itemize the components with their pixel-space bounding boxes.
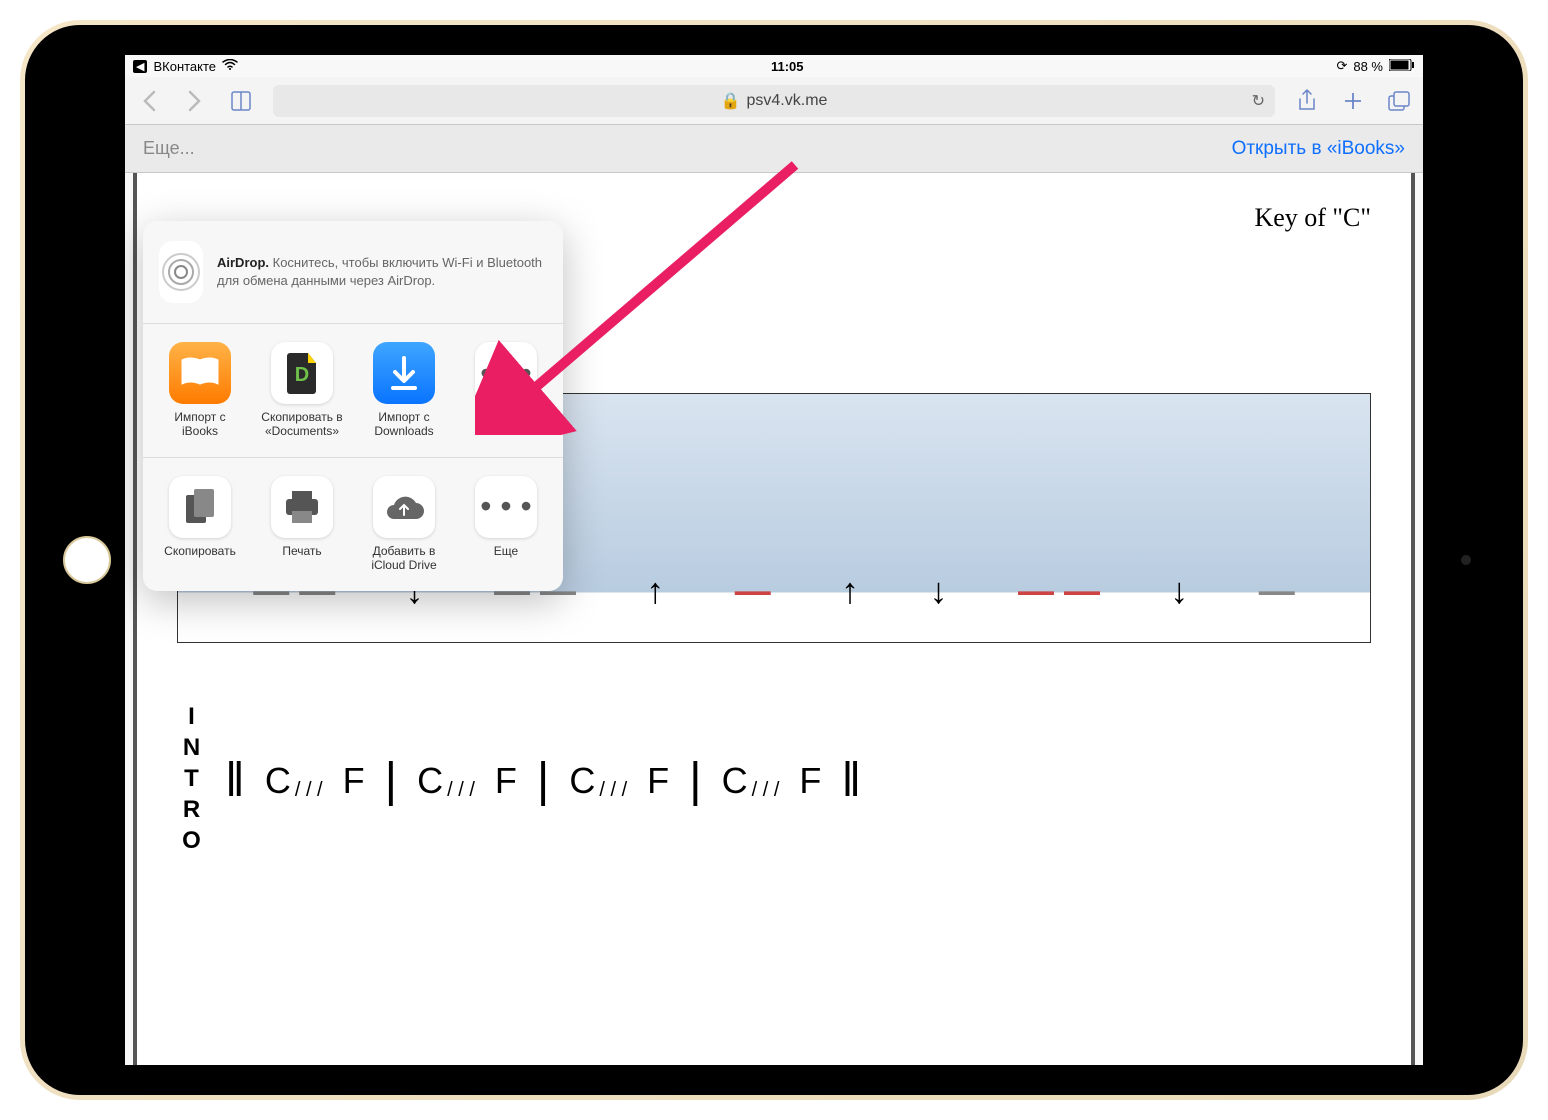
front-camera <box>1461 555 1471 565</box>
chord: C <box>417 760 443 802</box>
battery-percentage: 88 % <box>1353 59 1383 74</box>
chord: C <box>265 760 291 802</box>
url-bar[interactable]: 🔒 psv4.vk.me ↻ <box>273 85 1275 117</box>
home-button[interactable] <box>63 536 111 584</box>
share-app-documents[interactable]: D Скопировать в «Documents» <box>261 342 343 439</box>
airdrop-text: AirDrop. Коснитесь, чтобы включить Wi-Fi… <box>217 254 547 290</box>
action-row: Скопировать Печать Добавить в iCloud Dri… <box>143 458 563 591</box>
print-icon <box>271 476 333 538</box>
share-app-more[interactable]: • • • Еще <box>465 342 547 439</box>
share-button[interactable] <box>1293 87 1321 115</box>
more-icon: • • • <box>475 342 537 404</box>
chord: C <box>722 760 748 802</box>
action-print[interactable]: Печать <box>261 476 343 573</box>
tabs-button[interactable] <box>1385 87 1413 115</box>
status-bar: ◀ ВКонтакте 11:05 ⟳ 88 % <box>125 55 1423 77</box>
intro-row: INTRO ‖ C / / / F | C / / / F | C / / / … <box>177 703 1371 858</box>
open-in-ibooks-button[interactable]: Открыть в «iBooks» <box>1232 138 1405 160</box>
wifi-icon <box>222 59 238 74</box>
app-label: Скопировать в «Documents» <box>261 410 343 439</box>
arrow-up-icon: ↑ <box>646 570 664 612</box>
back-to-app-icon[interactable]: ◀ <box>133 60 147 73</box>
chord: F <box>495 760 517 802</box>
share-app-downloads[interactable]: Импорт с Downloads <box>363 342 445 439</box>
chord: F <box>799 760 821 802</box>
chord: F <box>647 760 669 802</box>
clock: 11:05 <box>771 59 804 74</box>
bookmarks-button[interactable] <box>227 87 255 115</box>
action-more[interactable]: • • • Еще <box>465 476 547 573</box>
dash: — — <box>1018 570 1100 612</box>
app-label: Импорт с Downloads <box>363 410 445 439</box>
action-icloud[interactable]: Добавить в iCloud Drive <box>363 476 445 573</box>
url-host: psv4.vk.me <box>747 92 828 110</box>
svg-text:D: D <box>295 364 309 386</box>
arrow-up-icon: ↑ <box>841 570 859 612</box>
share-app-ibooks[interactable]: Импорт с iBooks <box>159 342 241 439</box>
dash: — <box>735 570 771 612</box>
airdrop-icon <box>159 241 203 303</box>
airdrop-title: AirDrop. <box>217 255 269 270</box>
carrier-label: ВКонтакте <box>153 59 216 74</box>
battery-icon <box>1389 59 1415 74</box>
more-button[interactable]: Еще... <box>143 138 195 159</box>
orientation-lock-icon: ⟳ <box>1336 58 1347 74</box>
documents-icon: D <box>271 342 333 404</box>
airdrop-section[interactable]: AirDrop. Коснитесь, чтобы включить Wi-Fi… <box>143 221 563 324</box>
action-copy[interactable]: Скопировать <box>159 476 241 573</box>
screen: ◀ ВКонтакте 11:05 ⟳ 88 % <box>125 55 1423 1065</box>
arrow-down-icon: ↓ <box>1170 570 1188 612</box>
lock-icon: 🔒 <box>721 91 741 111</box>
reload-button[interactable]: ↻ <box>1252 91 1265 111</box>
share-sheet-popover: AirDrop. Коснитесь, чтобы включить Wi-Fi… <box>143 221 563 591</box>
app-label: Еще <box>494 410 518 424</box>
action-label: Добавить в iCloud Drive <box>363 544 445 573</box>
ibooks-icon <box>169 342 231 404</box>
new-tab-button[interactable] <box>1339 87 1367 115</box>
action-label: Еще <box>494 544 518 558</box>
downloads-icon <box>373 342 435 404</box>
intro-label: INTRO <box>177 703 205 858</box>
chord: C <box>569 760 595 802</box>
document-bar: Еще... Открыть в «iBooks» <box>125 125 1423 173</box>
copy-icon <box>169 476 231 538</box>
ipad-frame: ◀ ВКонтакте 11:05 ⟳ 88 % <box>20 20 1528 1100</box>
app-label: Импорт с iBooks <box>159 410 241 439</box>
dash: — <box>1259 570 1295 612</box>
more-icon: • • • <box>475 476 537 538</box>
action-label: Скопировать <box>164 544 236 558</box>
chord: F <box>343 760 365 802</box>
ipad-bezel: ◀ ВКонтакте 11:05 ⟳ 88 % <box>25 25 1523 1095</box>
back-button[interactable] <box>135 87 163 115</box>
icloud-icon <box>373 476 435 538</box>
action-label: Печать <box>282 544 321 558</box>
forward-button[interactable] <box>181 87 209 115</box>
app-row: Импорт с iBooks D Скопировать в «Documen… <box>143 324 563 458</box>
safari-toolbar: 🔒 psv4.vk.me ↻ <box>125 77 1423 125</box>
arrow-down-icon: ↓ <box>930 570 948 612</box>
